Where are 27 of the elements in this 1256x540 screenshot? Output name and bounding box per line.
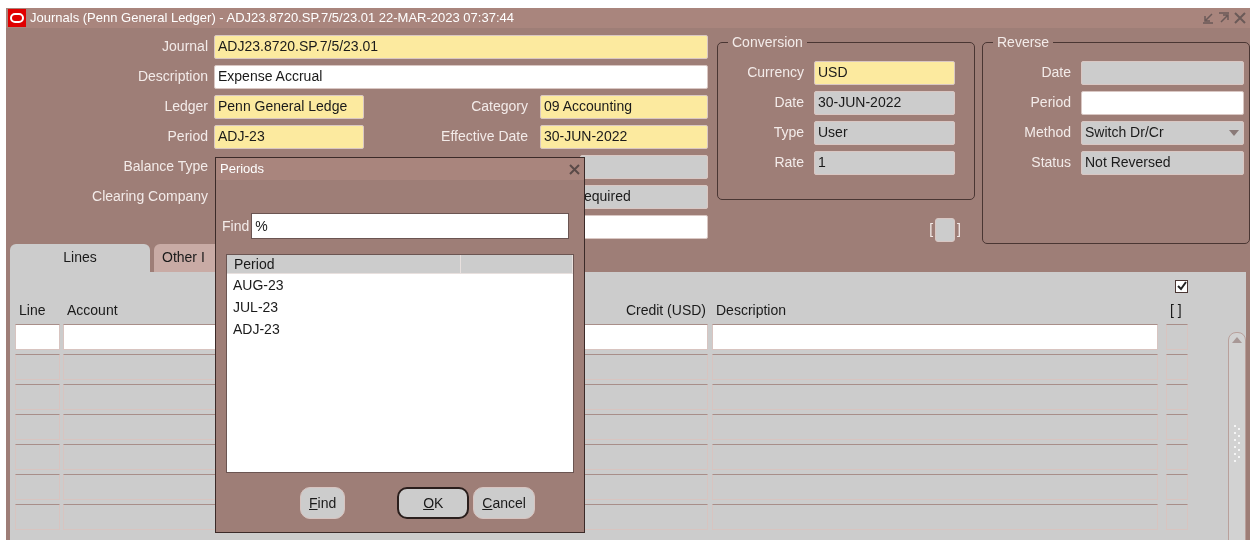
find-label: Find: [222, 216, 250, 236]
column-header: Line: [19, 300, 46, 320]
field-label: Period: [167, 127, 208, 146]
column-header: Period: [234, 254, 275, 274]
field-label: Rate: [774, 153, 804, 172]
field-label: Date: [774, 93, 804, 112]
field-label: Journal: [162, 37, 208, 56]
field-label: Type: [773, 123, 804, 142]
field-label: Balance Type: [123, 157, 208, 176]
column-header: Account: [67, 300, 118, 320]
field-label: Effective Date: [441, 127, 528, 146]
field-label: Period: [1030, 93, 1071, 112]
column-header: Description: [716, 300, 787, 320]
dialog-title: Periods: [220, 160, 266, 179]
field-label: Method: [1024, 123, 1071, 142]
column-header: Credit (USD): [625, 300, 706, 320]
column-header: [ ]: [1170, 300, 1182, 320]
field-label: Category: [471, 97, 528, 116]
field-label: Ledger: [164, 97, 208, 116]
bracket-label: [: [929, 220, 934, 239]
field-label: Description: [137, 67, 208, 86]
bracket-label: ]: [957, 220, 961, 239]
field-label: Currency: [747, 63, 804, 82]
field-label: Clearing Company: [92, 187, 208, 206]
window-title: Journals (Penn General Ledger) - ADJ23.8720.SP.7/5/23.01 22-MAR-2023 07:37:44: [30, 9, 515, 27]
field-label: Status: [1031, 153, 1071, 172]
field-label: Date: [1041, 63, 1071, 82]
